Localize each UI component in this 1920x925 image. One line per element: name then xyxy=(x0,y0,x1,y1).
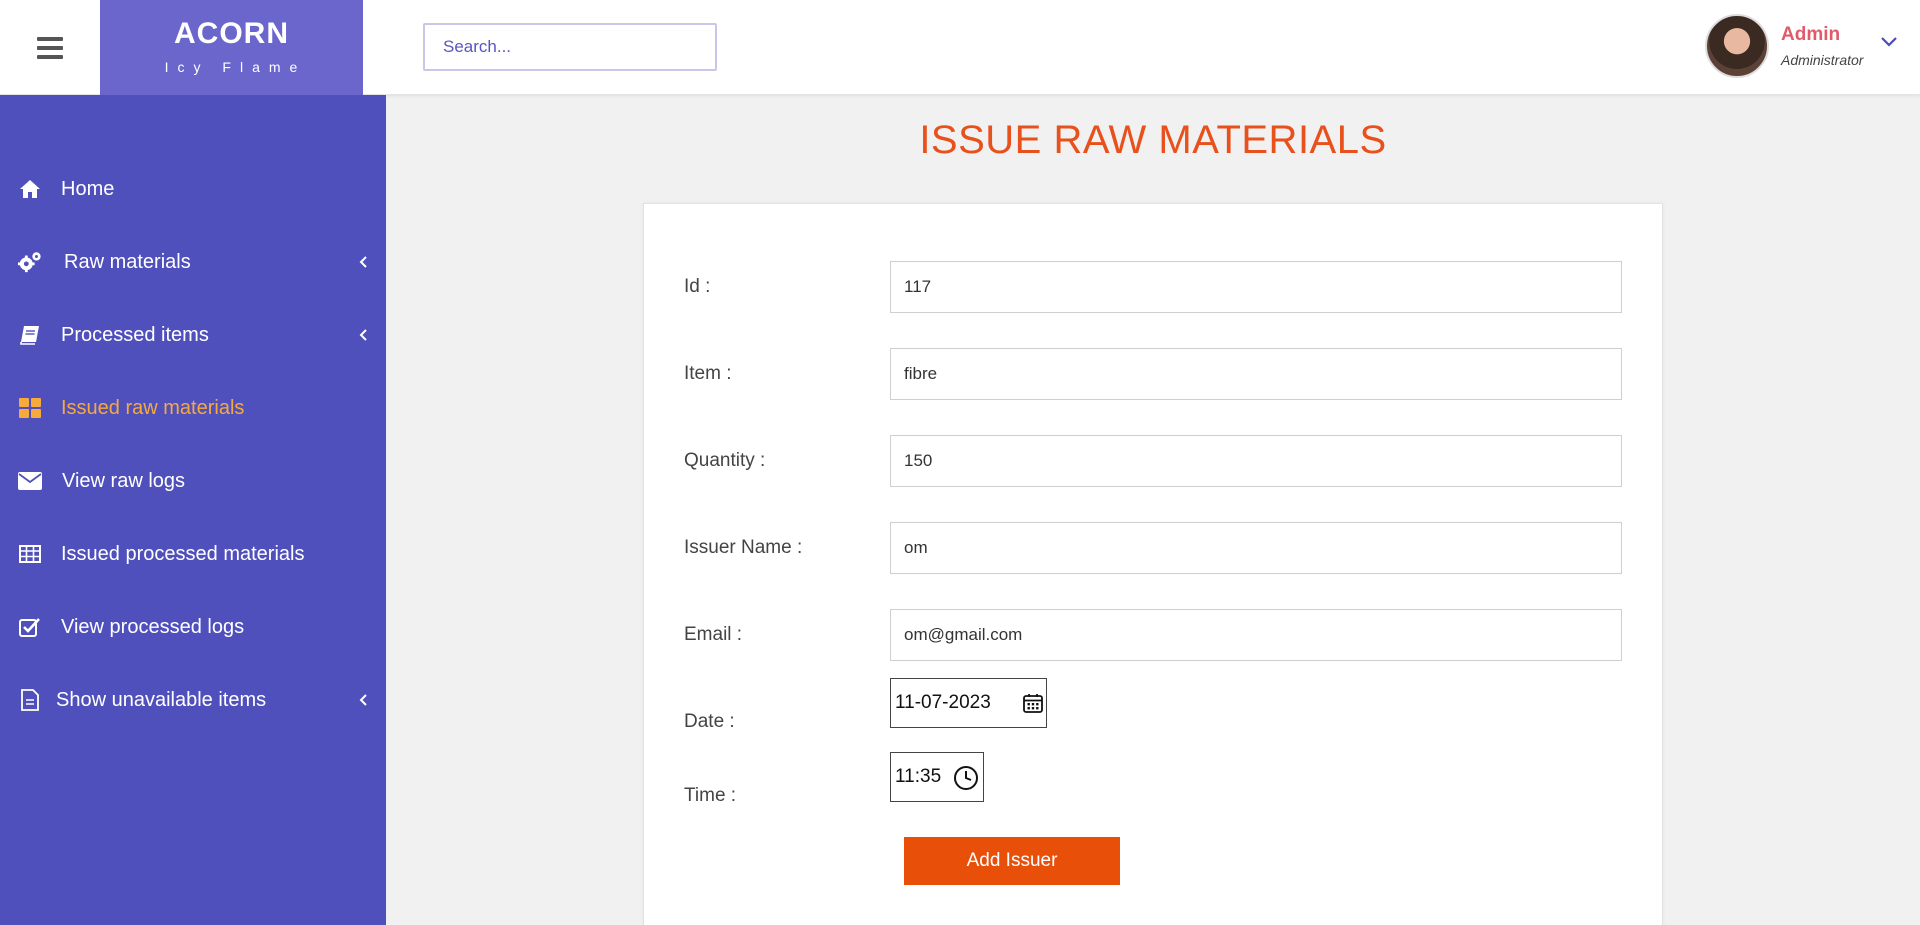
sidebar-item-label: Raw materials xyxy=(64,250,191,273)
id-field[interactable] xyxy=(890,261,1622,313)
email-field[interactable] xyxy=(890,609,1622,661)
brand-name: ACORN xyxy=(174,17,289,50)
issuer-name-field[interactable] xyxy=(890,522,1622,574)
sidebar-item-label: View raw logs xyxy=(62,469,186,492)
sidebar-item-label: Processed items xyxy=(61,323,209,346)
sidebar-item-home[interactable]: Home xyxy=(0,161,386,217)
hamburger-icon xyxy=(37,36,63,59)
date-field[interactable]: 11-07-2023 xyxy=(890,678,1047,728)
gears-icon xyxy=(18,250,42,274)
sidebar-item-label: View processed logs xyxy=(61,615,245,638)
top-bar: ACORN Icy Flame Admin Administrator xyxy=(0,0,1920,95)
chevron-left-icon xyxy=(359,694,367,706)
sidebar-item-issued-raw-materials[interactable]: Issued raw materials xyxy=(0,380,386,436)
date-label: Date : xyxy=(684,711,735,732)
sidebar-item-issued-processed-materials[interactable]: Issued processed materials xyxy=(0,526,386,582)
email-label: Email : xyxy=(684,624,743,645)
file-icon xyxy=(18,688,42,712)
time-label: Time : xyxy=(684,785,737,806)
sidebar-item-processed-items[interactable]: Processed items xyxy=(0,307,386,363)
issuer-name-label: Issuer Name : xyxy=(684,537,803,558)
calendar-icon[interactable] xyxy=(1022,692,1044,714)
sidebar-item-raw-materials[interactable]: Raw materials xyxy=(0,234,386,290)
grid-icon xyxy=(18,396,42,420)
book-icon xyxy=(18,323,42,347)
check-square-icon xyxy=(18,615,42,639)
date-value: 11-07-2023 xyxy=(895,692,991,713)
chevron-left-icon xyxy=(359,329,367,341)
item-label: Item : xyxy=(684,363,732,384)
sidebar: Home Raw materials Processed items Issue… xyxy=(0,95,386,925)
table-icon xyxy=(18,542,42,566)
item-field[interactable] xyxy=(890,348,1622,400)
id-label: Id : xyxy=(684,276,711,297)
avatar[interactable] xyxy=(1705,14,1769,78)
page-title: ISSUE RAW MATERIALS xyxy=(919,118,1387,162)
chevron-down-icon[interactable] xyxy=(1880,32,1898,50)
menu-toggle-button[interactable] xyxy=(0,0,100,95)
sidebar-item-label: Home xyxy=(61,177,115,200)
time-field[interactable]: 11:35 xyxy=(890,752,984,802)
user-name[interactable]: Admin xyxy=(1781,24,1840,46)
sidebar-item-label: Issued processed materials xyxy=(61,542,305,565)
quantity-label: Quantity : xyxy=(684,450,766,471)
envelope-icon xyxy=(18,469,42,493)
sidebar-item-label: Show unavailable items xyxy=(56,688,267,711)
clock-icon[interactable] xyxy=(953,765,979,791)
brand-subtitle: Icy Flame xyxy=(164,59,307,75)
add-issuer-button[interactable]: Add Issuer xyxy=(904,837,1120,885)
sidebar-item-show-unavailable-items[interactable]: Show unavailable items xyxy=(0,672,386,728)
sidebar-item-view-processed-logs[interactable]: View processed logs xyxy=(0,599,386,655)
sidebar-item-view-raw-logs[interactable]: View raw logs xyxy=(0,453,386,509)
home-icon xyxy=(18,177,42,201)
time-value: 11:35 xyxy=(895,766,942,787)
brand-logo: ACORN Icy Flame xyxy=(100,0,363,95)
search-input[interactable] xyxy=(423,23,717,71)
user-role: Administrator xyxy=(1781,52,1864,68)
chevron-left-icon xyxy=(359,256,367,268)
sidebar-item-label: Issued raw materials xyxy=(61,396,245,419)
quantity-field[interactable] xyxy=(890,435,1622,487)
